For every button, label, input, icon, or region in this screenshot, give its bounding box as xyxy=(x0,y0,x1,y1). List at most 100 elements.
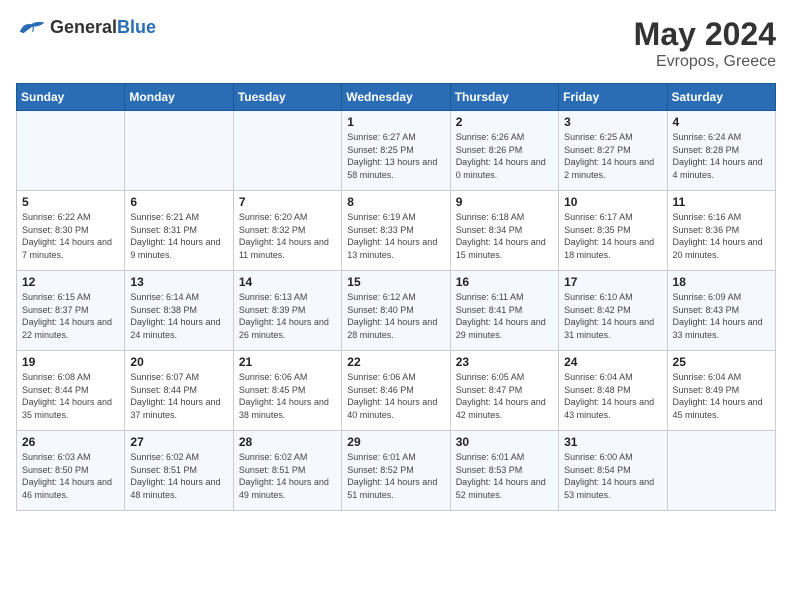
calendar-cell: 6Sunrise: 6:21 AMSunset: 8:31 PMDaylight… xyxy=(125,191,233,271)
day-info: Sunrise: 6:16 AMSunset: 8:36 PMDaylight:… xyxy=(673,211,770,261)
calendar-cell xyxy=(233,111,341,191)
logo-text: GeneralBlue xyxy=(50,17,156,39)
calendar-cell: 27 Sunrise: 6:02 AMSunset: 8:51 PMDayligh… xyxy=(125,431,233,511)
calendar-cell: 3 Sunrise: 6:25 AMSunset: 8:27 PMDaylight… xyxy=(559,111,667,191)
calendar-cell xyxy=(125,111,233,191)
location: Evropos, Greece xyxy=(634,53,776,71)
weekday-header-thursday: Thursday xyxy=(450,84,558,111)
day-info: Sunrise: 6:04 AMSunset: 8:49 PMDaylight:… xyxy=(673,371,770,421)
weekday-header-wednesday: Wednesday xyxy=(342,84,450,111)
day-info: Sunrise: 6:12 AMSunset: 8:40 PMDaylight:… xyxy=(347,291,444,341)
calendar-cell: 25 Sunrise: 6:04 AMSunset: 8:49 PMDayligh… xyxy=(667,351,775,431)
calendar-cell: 15 Sunrise: 6:12 AMSunset: 8:40 PMDayligh… xyxy=(342,271,450,351)
calendar-cell: 5 Sunrise: 6:22 AMSunset: 8:30 PMDaylight… xyxy=(17,191,125,271)
calendar-cell: 14 Sunrise: 6:13 AMSunset: 8:39 PMDayligh… xyxy=(233,271,341,351)
calendar-cell: 31 Sunrise: 6:00 AMSunset: 8:54 PMDayligh… xyxy=(559,431,667,511)
day-number: 28 xyxy=(239,435,336,449)
day-info: Sunrise: 6:25 AMSunset: 8:27 PMDaylight:… xyxy=(564,131,661,181)
day-number: 18 xyxy=(673,275,770,289)
calendar-cell: 22Sunrise: 6:06 AMSunset: 8:46 PMDayligh… xyxy=(342,351,450,431)
day-info: Sunrise: 6:01 AMSunset: 8:53 PMDaylight:… xyxy=(456,451,553,501)
weekday-header-sunday: Sunday xyxy=(17,84,125,111)
day-number: 23 xyxy=(456,355,553,369)
weekday-header-saturday: Saturday xyxy=(667,84,775,111)
calendar-week-row: 26Sunrise: 6:03 AMSunset: 8:50 PMDayligh… xyxy=(17,431,776,511)
day-info: Sunrise: 6:22 AMSunset: 8:30 PMDaylight:… xyxy=(22,211,119,261)
day-number: 17 xyxy=(564,275,661,289)
calendar-cell: 12 Sunrise: 6:15 AMSunset: 8:37 PMDayligh… xyxy=(17,271,125,351)
calendar-cell: 20 Sunrise: 6:07 AMSunset: 8:44 PMDayligh… xyxy=(125,351,233,431)
day-number: 21 xyxy=(239,355,336,369)
day-number: 24 xyxy=(564,355,661,369)
day-number: 27 xyxy=(130,435,227,449)
day-info: Sunrise: 6:00 AMSunset: 8:54 PMDaylight:… xyxy=(564,451,661,501)
day-info: Sunrise: 6:03 AMSunset: 8:50 PMDaylight:… xyxy=(22,451,119,501)
day-info: Sunrise: 6:02 AMSunset: 8:51 PMDaylight:… xyxy=(239,451,336,501)
calendar-cell: 13Sunrise: 6:14 AMSunset: 8:38 PMDayligh… xyxy=(125,271,233,351)
day-info: Sunrise: 6:21 AMSunset: 8:31 PMDaylight:… xyxy=(130,211,227,261)
weekday-header-monday: Monday xyxy=(125,84,233,111)
calendar-cell: 18 Sunrise: 6:09 AMSunset: 8:43 PMDayligh… xyxy=(667,271,775,351)
calendar-week-row: 19Sunrise: 6:08 AMSunset: 8:44 PMDayligh… xyxy=(17,351,776,431)
calendar-cell: 7 Sunrise: 6:20 AMSunset: 8:32 PMDaylight… xyxy=(233,191,341,271)
day-number: 8 xyxy=(347,195,444,209)
day-number: 3 xyxy=(564,115,661,129)
calendar-cell: 28 Sunrise: 6:02 AMSunset: 8:51 PMDayligh… xyxy=(233,431,341,511)
title-block: May 2024 Evropos, Greece xyxy=(634,16,776,71)
calendar-cell: 9 Sunrise: 6:18 AMSunset: 8:34 PMDaylight… xyxy=(450,191,558,271)
day-number: 11 xyxy=(673,195,770,209)
day-number: 1 xyxy=(347,115,444,129)
day-number: 5 xyxy=(22,195,119,209)
calendar-week-row: 5 Sunrise: 6:22 AMSunset: 8:30 PMDaylight… xyxy=(17,191,776,271)
weekday-header-tuesday: Tuesday xyxy=(233,84,341,111)
day-info: Sunrise: 6:17 AMSunset: 8:35 PMDaylight:… xyxy=(564,211,661,261)
weekday-header-friday: Friday xyxy=(559,84,667,111)
day-info: Sunrise: 6:15 AMSunset: 8:37 PMDaylight:… xyxy=(22,291,119,341)
page-header: GeneralBlue May 2024 Evropos, Greece xyxy=(16,16,776,71)
day-number: 9 xyxy=(456,195,553,209)
weekday-header-row: SundayMondayTuesdayWednesdayThursdayFrid… xyxy=(17,84,776,111)
day-number: 15 xyxy=(347,275,444,289)
day-number: 25 xyxy=(673,355,770,369)
day-number: 16 xyxy=(456,275,553,289)
calendar-week-row: 12 Sunrise: 6:15 AMSunset: 8:37 PMDayligh… xyxy=(17,271,776,351)
day-number: 7 xyxy=(239,195,336,209)
day-info: Sunrise: 6:13 AMSunset: 8:39 PMDaylight:… xyxy=(239,291,336,341)
day-number: 31 xyxy=(564,435,661,449)
calendar-cell: 16 Sunrise: 6:11 AMSunset: 8:41 PMDayligh… xyxy=(450,271,558,351)
calendar-table: SundayMondayTuesdayWednesdayThursdayFrid… xyxy=(16,83,776,511)
calendar-cell: 11 Sunrise: 6:16 AMSunset: 8:36 PMDayligh… xyxy=(667,191,775,271)
day-number: 29 xyxy=(347,435,444,449)
calendar-cell xyxy=(17,111,125,191)
calendar-cell: 29 Sunrise: 6:01 AMSunset: 8:52 PMDayligh… xyxy=(342,431,450,511)
day-info: Sunrise: 6:06 AMSunset: 8:46 PMDaylight:… xyxy=(347,371,444,421)
calendar-week-row: 1 Sunrise: 6:27 AMSunset: 8:25 PMDaylight… xyxy=(17,111,776,191)
logo-bird-icon xyxy=(16,16,46,40)
calendar-cell: 1 Sunrise: 6:27 AMSunset: 8:25 PMDaylight… xyxy=(342,111,450,191)
day-info: Sunrise: 6:02 AMSunset: 8:51 PMDaylight:… xyxy=(130,451,227,501)
day-number: 13 xyxy=(130,275,227,289)
month-title: May 2024 xyxy=(634,16,776,53)
day-number: 14 xyxy=(239,275,336,289)
day-info: Sunrise: 6:09 AMSunset: 8:43 PMDaylight:… xyxy=(673,291,770,341)
day-info: Sunrise: 6:06 AMSunset: 8:45 PMDaylight:… xyxy=(239,371,336,421)
calendar-cell: 21 Sunrise: 6:06 AMSunset: 8:45 PMDayligh… xyxy=(233,351,341,431)
day-info: Sunrise: 6:07 AMSunset: 8:44 PMDaylight:… xyxy=(130,371,227,421)
day-info: Sunrise: 6:11 AMSunset: 8:41 PMDaylight:… xyxy=(456,291,553,341)
day-number: 12 xyxy=(22,275,119,289)
calendar-cell: 2Sunrise: 6:26 AMSunset: 8:26 PMDaylight… xyxy=(450,111,558,191)
calendar-cell: 26Sunrise: 6:03 AMSunset: 8:50 PMDayligh… xyxy=(17,431,125,511)
day-info: Sunrise: 6:01 AMSunset: 8:52 PMDaylight:… xyxy=(347,451,444,501)
calendar-cell: 8Sunrise: 6:19 AMSunset: 8:33 PMDaylight… xyxy=(342,191,450,271)
logo: GeneralBlue xyxy=(16,16,156,40)
day-info: Sunrise: 6:27 AMSunset: 8:25 PMDaylight:… xyxy=(347,131,444,181)
day-number: 4 xyxy=(673,115,770,129)
day-info: Sunrise: 6:18 AMSunset: 8:34 PMDaylight:… xyxy=(456,211,553,261)
calendar-cell: 10Sunrise: 6:17 AMSunset: 8:35 PMDayligh… xyxy=(559,191,667,271)
calendar-cell: 17Sunrise: 6:10 AMSunset: 8:42 PMDayligh… xyxy=(559,271,667,351)
day-number: 20 xyxy=(130,355,227,369)
day-info: Sunrise: 6:24 AMSunset: 8:28 PMDaylight:… xyxy=(673,131,770,181)
day-info: Sunrise: 6:20 AMSunset: 8:32 PMDaylight:… xyxy=(239,211,336,261)
day-number: 19 xyxy=(22,355,119,369)
calendar-cell: 30Sunrise: 6:01 AMSunset: 8:53 PMDayligh… xyxy=(450,431,558,511)
